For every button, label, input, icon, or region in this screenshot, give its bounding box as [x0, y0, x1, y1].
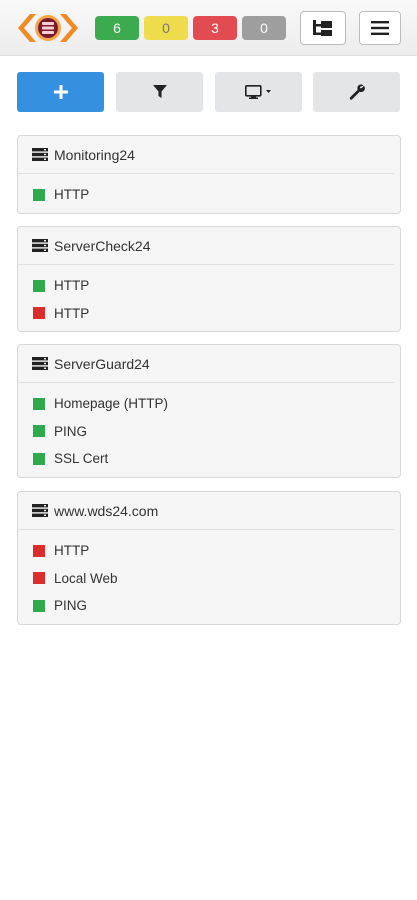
- tools-button[interactable]: [313, 72, 400, 112]
- check-label[interactable]: PING: [54, 424, 87, 439]
- status-ok-indicator: [33, 425, 45, 438]
- check-label[interactable]: HTTP: [54, 278, 89, 293]
- check-row[interactable]: HTTP: [18, 537, 400, 565]
- tree-view-icon: [313, 20, 332, 36]
- check-label[interactable]: HTTP: [54, 306, 89, 321]
- check-label[interactable]: PING: [54, 598, 87, 613]
- server-icon: [32, 504, 48, 517]
- server-icon: [32, 357, 48, 370]
- status-ok-indicator: [33, 452, 45, 465]
- server-panel-header[interactable]: www.wds24.com: [18, 492, 394, 530]
- critical-count-badge[interactable]: 3: [193, 16, 237, 40]
- check-row[interactable]: SSL Cert: [18, 445, 400, 473]
- status-ok-indicator: [33, 188, 45, 201]
- plus-icon: [53, 85, 68, 99]
- check-row[interactable]: Local Web: [18, 565, 400, 593]
- check-row[interactable]: PING: [18, 592, 400, 620]
- check-row[interactable]: HTTP: [18, 300, 400, 328]
- server-panel-header[interactable]: ServerCheck24: [18, 227, 394, 265]
- monitor-dropdown-icon: [244, 85, 271, 99]
- status-ok-indicator: [33, 599, 45, 612]
- check-list: HTTP Local Web PING: [18, 530, 400, 620]
- check-label[interactable]: SSL Cert: [54, 451, 108, 466]
- check-row[interactable]: PING: [18, 418, 400, 446]
- server-panel-header[interactable]: Monitoring24: [18, 136, 394, 174]
- check-label[interactable]: Homepage (HTTP): [54, 396, 168, 411]
- filter-button[interactable]: [116, 72, 203, 112]
- check-label[interactable]: HTTP: [54, 187, 89, 202]
- server-panel-header[interactable]: ServerGuard24: [18, 345, 394, 383]
- unknown-count-badge[interactable]: 0: [242, 16, 286, 40]
- top-header: 6 0 3 0: [0, 0, 417, 56]
- server-name[interactable]: www.wds24.com: [54, 503, 158, 519]
- check-list: Homepage (HTTP) PING SSL Cert: [18, 383, 400, 473]
- ok-count-badge[interactable]: 6: [95, 16, 139, 40]
- tree-view-button[interactable]: [300, 11, 346, 45]
- add-button[interactable]: [17, 72, 104, 112]
- server-panel: www.wds24.com HTTP Local Web PING: [17, 491, 401, 625]
- check-label[interactable]: HTTP: [54, 543, 89, 558]
- check-label[interactable]: Local Web: [54, 571, 118, 586]
- check-row[interactable]: Homepage (HTTP): [18, 390, 400, 418]
- server-name[interactable]: ServerCheck24: [54, 238, 151, 254]
- wrench-icon: [349, 84, 365, 100]
- status-down-indicator: [33, 307, 45, 320]
- server-panel: Monitoring24 HTTP: [17, 135, 401, 214]
- check-list: HTTP: [18, 174, 400, 209]
- check-row[interactable]: HTTP: [18, 181, 400, 209]
- server-panel: ServerGuard24 Homepage (HTTP) PING SSL Cert: [17, 344, 401, 478]
- server-icon: [32, 148, 48, 161]
- status-down-indicator: [33, 544, 45, 557]
- check-row[interactable]: HTTP: [18, 272, 400, 300]
- eye-server-logo-icon[interactable]: [16, 10, 80, 46]
- server-name[interactable]: Monitoring24: [54, 147, 135, 163]
- server-icon: [32, 239, 48, 252]
- display-dropdown-button[interactable]: [215, 72, 302, 112]
- hamburger-menu-icon: [371, 21, 389, 35]
- status-ok-indicator: [33, 279, 45, 292]
- check-list: HTTP HTTP: [18, 265, 400, 327]
- warning-count-badge[interactable]: 0: [144, 16, 188, 40]
- status-ok-indicator: [33, 397, 45, 410]
- status-down-indicator: [33, 572, 45, 585]
- filter-icon: [152, 85, 167, 98]
- server-panel: ServerCheck24 HTTP HTTP: [17, 226, 401, 332]
- server-name[interactable]: ServerGuard24: [54, 356, 150, 372]
- menu-button[interactable]: [359, 11, 401, 45]
